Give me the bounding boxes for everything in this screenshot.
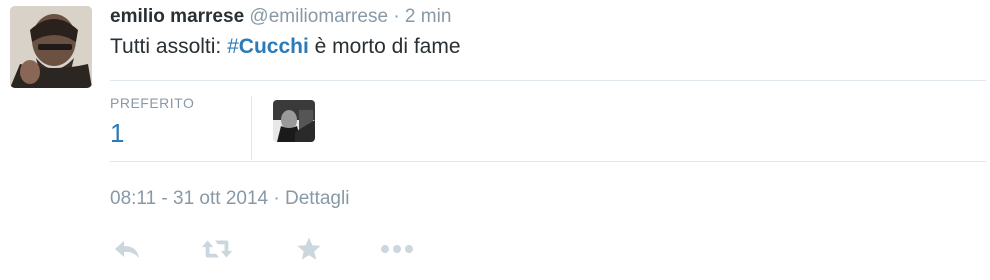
more-button[interactable] [380, 234, 414, 264]
author-avatar[interactable] [10, 6, 92, 88]
favoriter-avatar-image [273, 100, 315, 142]
tweet-meta: 08:11 - 31 ott 2014 · Dettagli [110, 188, 349, 210]
hashtag-link[interactable]: #Cucchi [227, 35, 309, 58]
meta-separator: · [273, 188, 280, 209]
tweet-text-after: è morto di fame [308, 35, 461, 58]
favorites-label[interactable]: PREFERITO [110, 95, 194, 111]
favorite-icon [297, 237, 321, 260]
hashtag-symbol: # [227, 35, 239, 58]
stats-vertical-divider [251, 96, 252, 160]
reply-button[interactable] [110, 234, 144, 264]
favorites-count[interactable]: 1 [110, 118, 124, 149]
tweet-text: Tutti assolti: #Cucchi è morto di fame [110, 33, 461, 61]
tweet-stats: PREFERITO 1 [110, 82, 986, 162]
stats-bottom-divider [110, 161, 986, 162]
tweet: emilio marrese @emiliomarrese · 2 min Tu… [0, 0, 990, 280]
tweet-timestamp[interactable]: 08:11 - 31 ott 2014 [110, 188, 268, 209]
favoriter-avatar[interactable] [273, 100, 315, 142]
header-separator: · [393, 6, 400, 27]
avatar-image [10, 6, 92, 88]
stats-top-divider [110, 80, 986, 81]
hashtag-word: Cucchi [238, 35, 309, 58]
tweet-time[interactable]: 2 min [405, 6, 451, 27]
tweet-text-before: Tutti assolti: [110, 35, 228, 58]
retweet-icon [201, 240, 233, 258]
author-fullname[interactable]: emilio marrese [110, 6, 244, 27]
reply-icon [115, 241, 139, 258]
author-username[interactable]: @emiliomarrese [249, 6, 388, 27]
more-icon [381, 245, 413, 253]
tweet-header: emilio marrese @emiliomarrese · 2 min [110, 4, 451, 30]
details-link[interactable]: Dettagli [285, 188, 349, 209]
retweet-button[interactable] [200, 234, 234, 264]
favorite-button[interactable] [292, 234, 326, 264]
